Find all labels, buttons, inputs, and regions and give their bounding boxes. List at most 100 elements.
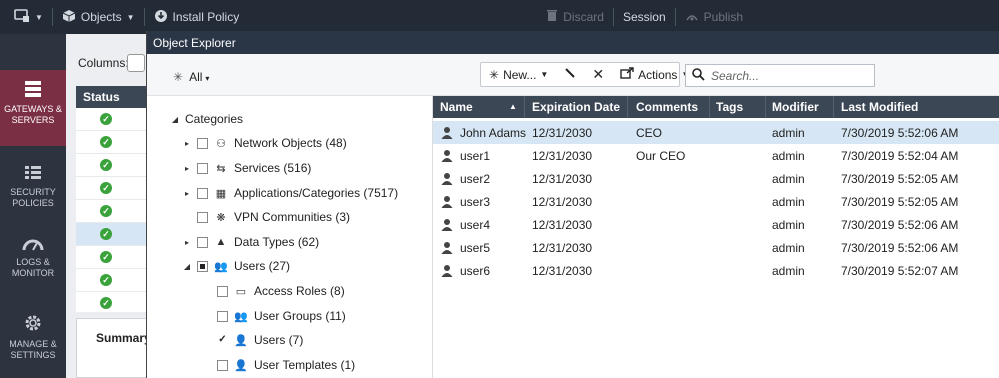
filter-all-dropdown[interactable]: ✳ All ▾ [173, 70, 209, 84]
status-ok-icon: ✓ [100, 228, 112, 240]
status-column-header[interactable]: Status [76, 86, 156, 108]
discard-button[interactable]: Discard [540, 0, 610, 34]
nav-logs-monitor[interactable]: LOGS & MONITOR [0, 234, 66, 304]
columns-button[interactable] [127, 54, 145, 72]
col-header-comments[interactable]: Comments [636, 100, 698, 114]
cell-expiration: 12/31/2030 [532, 149, 593, 163]
summary-tab[interactable]: Summary [96, 331, 151, 345]
explorer-toolbar: ✳ All▾ ✳ New... ▼ ✕ Actions ▼ [147, 54, 999, 96]
apps-icon: ▦ [215, 187, 227, 200]
toolbar-divider [674, 8, 676, 26]
nav-security-policies[interactable]: SECURITY POLICIES [0, 162, 66, 232]
sort-asc-icon[interactable]: ▲ [509, 102, 517, 111]
caret-right-icon[interactable]: ▸ [183, 139, 191, 148]
checkbox[interactable] [217, 285, 228, 297]
tree-node-users-leaf[interactable]: ✓ 👤 Users (7) [217, 331, 303, 349]
asterisk-icon: ✳ [173, 70, 184, 84]
table-row[interactable]: user1 12/31/2030 Our CEO admin 7/30/2019… [433, 144, 999, 167]
user-icon [441, 172, 453, 185]
caret-right-icon[interactable]: ▸ [183, 189, 191, 198]
caret-right-icon[interactable]: ▸ [183, 238, 191, 247]
col-header-modifier[interactable]: Modifier [772, 100, 819, 114]
checkbox[interactable] [197, 137, 208, 149]
checkbox[interactable] [197, 187, 208, 199]
caret-down-icon[interactable]: ◢ [171, 115, 179, 124]
checkbox-partial[interactable] [197, 260, 208, 272]
policies-icon [0, 165, 66, 184]
caret-right-icon[interactable]: ▸ [183, 164, 191, 173]
status-row[interactable]: ✓ [76, 292, 156, 315]
nav-gateways-servers[interactable]: GATEWAYS & SERVERS [0, 70, 66, 146]
tree-node-access-roles[interactable]: ▭ Access Roles (8) [217, 282, 345, 300]
column-divider[interactable] [627, 96, 628, 118]
column-divider[interactable] [765, 96, 766, 118]
cell-last-modified: 7/30/2019 5:52:05 AM [841, 195, 959, 209]
tree-node-network-objects[interactable]: ▸ ⚇ Network Objects (48) [183, 134, 347, 152]
checkbox[interactable] [197, 162, 208, 174]
tree-label: VPN Communities (3) [234, 210, 351, 224]
tree-node-user-groups[interactable]: 👥 User Groups (11) [217, 307, 346, 325]
status-row[interactable]: ✓ [76, 131, 156, 154]
users-group-icon: 👥 [214, 260, 228, 273]
col-header-expiration[interactable]: Expiration Date [532, 100, 620, 114]
checkbox[interactable] [217, 310, 228, 322]
status-row[interactable]: ✓ [76, 246, 156, 269]
tree-node-applications[interactable]: ▸ ▦ Applications/Categories (7517) [183, 184, 398, 202]
search-icon [692, 67, 705, 84]
status-ok-icon: ✓ [100, 113, 112, 125]
table-row[interactable]: user4 12/31/2030 admin 7/30/2019 5:52:06… [433, 213, 999, 236]
col-header-name[interactable]: Name [440, 100, 473, 114]
column-divider[interactable] [524, 96, 525, 118]
install-policy-icon [154, 9, 168, 26]
status-row[interactable]: ✓ [76, 223, 156, 246]
status-row[interactable]: ✓ [76, 108, 156, 131]
status-row[interactable]: ✓ [76, 177, 156, 200]
status-row[interactable]: ✓ [76, 200, 156, 223]
cell-comments: CEO [636, 126, 663, 140]
cell-name: user5 [460, 241, 491, 255]
cell-modifier: admin [772, 218, 805, 232]
tree-node-users[interactable]: ◢ 👥 Users (27) [183, 257, 290, 275]
publish-button[interactable]: Publish [679, 0, 749, 34]
user-icon [441, 218, 453, 231]
tree-node-user-templates[interactable]: 👤 User Templates (1) [217, 356, 355, 374]
table-row[interactable]: user5 12/31/2030 admin 7/30/2019 5:52:06… [433, 236, 999, 259]
table-row[interactable]: John Adams 12/31/2030 CEO admin 7/30/201… [433, 121, 999, 144]
publish-label: Publish [703, 10, 743, 24]
checkbox[interactable] [217, 359, 228, 371]
nav-manage-settings[interactable]: MANAGE & SETTINGS [0, 310, 66, 378]
table-row[interactable]: user2 12/31/2030 admin 7/30/2019 5:52:05… [433, 167, 999, 190]
column-divider[interactable] [709, 96, 710, 118]
cell-last-modified: 7/30/2019 5:52:06 AM [841, 218, 959, 232]
edit-button[interactable] [556, 63, 584, 86]
install-policy-button[interactable]: Install Policy [148, 0, 246, 34]
new-button[interactable]: ✳ New... ▼ [481, 63, 556, 86]
status-row[interactable]: ✓ [76, 269, 156, 292]
nav-label: SECURITY POLICIES [10, 187, 56, 208]
caret-down-icon[interactable]: ◢ [183, 262, 191, 271]
delete-button[interactable]: ✕ [584, 63, 612, 86]
status-ok-icon: ✓ [100, 251, 112, 263]
table-row[interactable]: user6 12/31/2030 admin 7/30/2019 5:52:07… [433, 259, 999, 282]
col-header-last-modified[interactable]: Last Modified [841, 100, 918, 114]
session-menu-button[interactable]: Session [617, 0, 672, 34]
gear-icon [0, 313, 66, 336]
cell-name: user4 [460, 218, 491, 232]
tree-node-services[interactable]: ▸ ⇆ Services (516) [183, 159, 311, 177]
checkbox-checked[interactable]: ✓ [217, 334, 228, 346]
status-row[interactable]: ✓ [76, 154, 156, 177]
app-menu-button[interactable]: ▼ [0, 0, 49, 34]
checkbox[interactable] [197, 211, 208, 223]
chevron-down-icon: ▾ [205, 74, 210, 83]
column-divider[interactable] [833, 96, 834, 118]
tree-node-categories[interactable]: ◢ Categories [171, 110, 243, 128]
table-row[interactable]: user3 12/31/2030 admin 7/30/2019 5:52:05… [433, 190, 999, 213]
publish-icon [685, 10, 699, 25]
discard-label: Discard [563, 10, 604, 24]
tree-node-vpn-communities[interactable]: ❋ VPN Communities (3) [183, 208, 350, 226]
col-header-tags[interactable]: Tags [716, 100, 743, 114]
objects-menu-button[interactable]: Objects ▼ [56, 0, 141, 34]
checkbox[interactable] [197, 236, 208, 248]
tree-node-data-types[interactable]: ▸ ▲ Data Types (62) [183, 233, 319, 251]
search-input[interactable]: Search... [685, 64, 875, 87]
